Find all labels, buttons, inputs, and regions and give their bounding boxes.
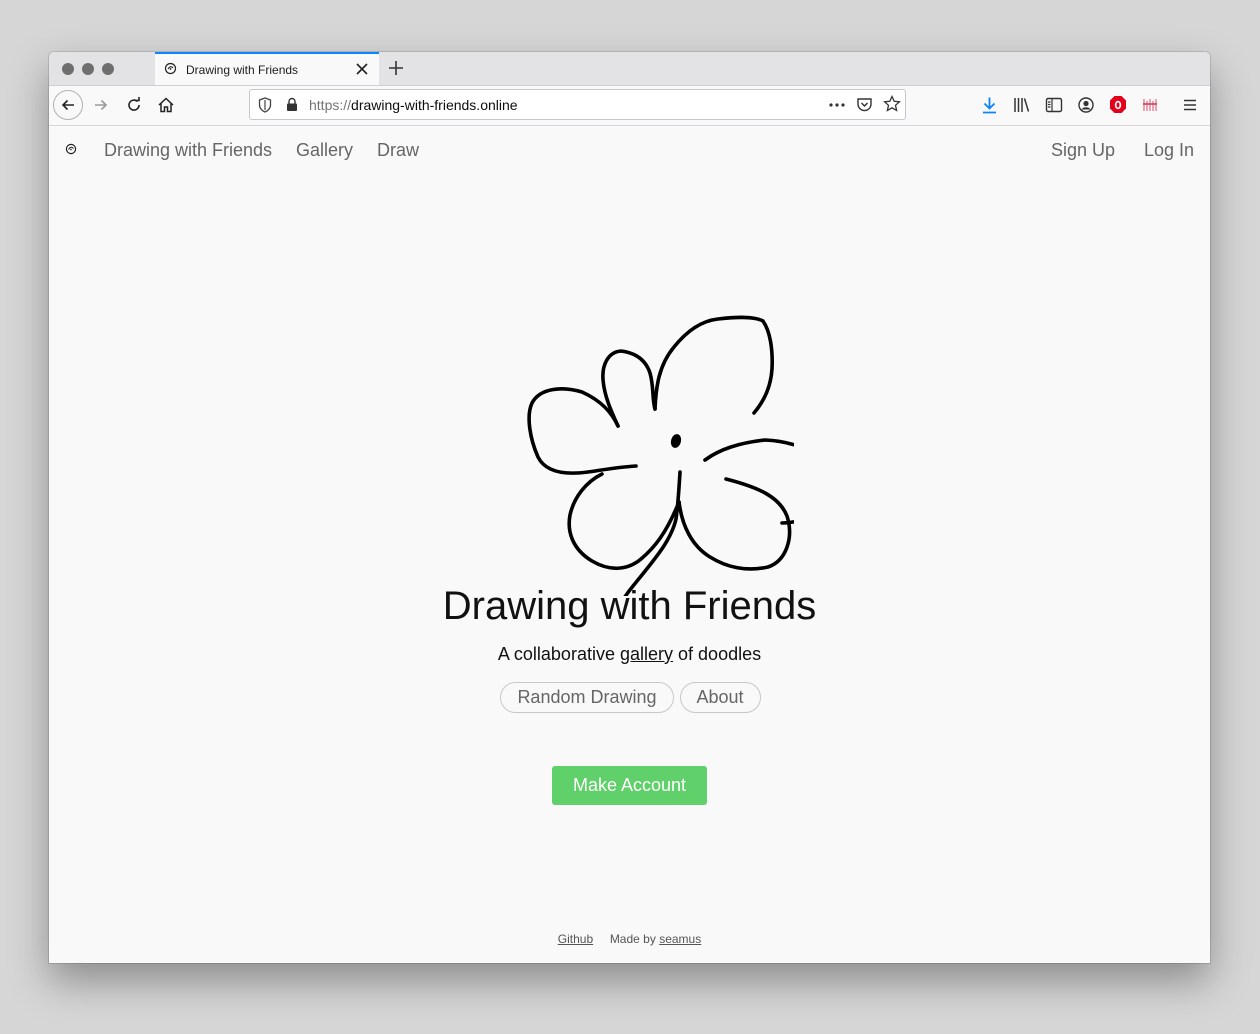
- download-icon[interactable]: [981, 96, 998, 114]
- close-window-button[interactable]: [62, 63, 74, 75]
- tagline-gallery-link[interactable]: gallery: [620, 644, 673, 664]
- site-nav: Drawing with Friends Gallery Draw Sign U…: [49, 126, 1210, 174]
- back-icon: [61, 99, 74, 111]
- nav-log-in-link[interactable]: Log In: [1144, 140, 1194, 161]
- close-tab-icon[interactable]: [353, 60, 371, 78]
- adblock-icon[interactable]: [1109, 95, 1127, 114]
- tagline-text-before: A collaborative: [497, 644, 615, 664]
- tab-strip: Drawing with Friends: [49, 52, 1210, 86]
- made-by-text: Made by: [609, 932, 656, 946]
- account-icon[interactable]: [1077, 96, 1095, 114]
- menu-icon[interactable]: [1182, 97, 1198, 113]
- github-link[interactable]: Github: [558, 932, 593, 946]
- sidebar-icon[interactable]: [1045, 96, 1063, 114]
- page: Drawing with Friends Gallery Draw Sign U…: [49, 126, 1210, 963]
- forward-icon[interactable]: [92, 96, 110, 114]
- tab-active[interactable]: Drawing with Friends: [155, 52, 379, 85]
- nav-gallery-link[interactable]: Gallery: [296, 140, 353, 161]
- new-tab-icon[interactable]: [386, 58, 406, 78]
- tab-title: Drawing with Friends: [186, 63, 299, 77]
- url-scheme: https://: [309, 97, 352, 113]
- nav-sign-up-link[interactable]: Sign Up: [1051, 140, 1115, 161]
- url-bar[interactable]: https://drawing-with-friends.online: [249, 89, 906, 120]
- site-logo-icon[interactable]: [65, 143, 77, 155]
- more-icon[interactable]: [828, 98, 846, 112]
- nav-draw-link[interactable]: Draw: [377, 140, 419, 161]
- about-button[interactable]: About: [679, 682, 761, 713]
- browser-window: Drawing with Friends https://drawing-wit…: [49, 52, 1210, 963]
- extension-icon[interactable]: [1142, 96, 1158, 113]
- page-title: Drawing with Friends: [442, 584, 817, 628]
- pocket-icon[interactable]: [856, 96, 873, 113]
- lock-icon[interactable]: [286, 97, 298, 112]
- zoom-window-button[interactable]: [102, 63, 114, 75]
- tagline-text-after: of doodles: [678, 644, 762, 664]
- reload-icon[interactable]: [125, 96, 143, 114]
- nav-toolbar: https://drawing-with-friends.online: [49, 86, 1210, 126]
- bookmark-star-icon[interactable]: [883, 95, 901, 113]
- back-button[interactable]: [53, 90, 83, 120]
- minimize-window-button[interactable]: [82, 63, 94, 75]
- flower-doodle-drawing[interactable]: [474, 261, 794, 596]
- library-icon[interactable]: [1013, 96, 1031, 114]
- tagline: A collaborative gallery of doodles: [49, 644, 1210, 665]
- site-favicon-icon: [164, 62, 177, 75]
- random-drawing-button[interactable]: Random Drawing: [500, 682, 674, 713]
- footer: Github Made by seamus: [49, 932, 1210, 946]
- author-link[interactable]: seamus: [659, 932, 701, 946]
- window-controls: [62, 63, 114, 75]
- nav-brand-link[interactable]: Drawing with Friends: [104, 140, 272, 161]
- hero-button-row: Random Drawing About: [49, 682, 1210, 713]
- home-icon[interactable]: [157, 96, 175, 114]
- url-text[interactable]: https://drawing-with-friends.online: [309, 97, 518, 113]
- shield-icon[interactable]: [258, 97, 272, 113]
- make-account-button[interactable]: Make Account: [552, 766, 707, 805]
- url-host: drawing-with-friends.online: [351, 97, 518, 113]
